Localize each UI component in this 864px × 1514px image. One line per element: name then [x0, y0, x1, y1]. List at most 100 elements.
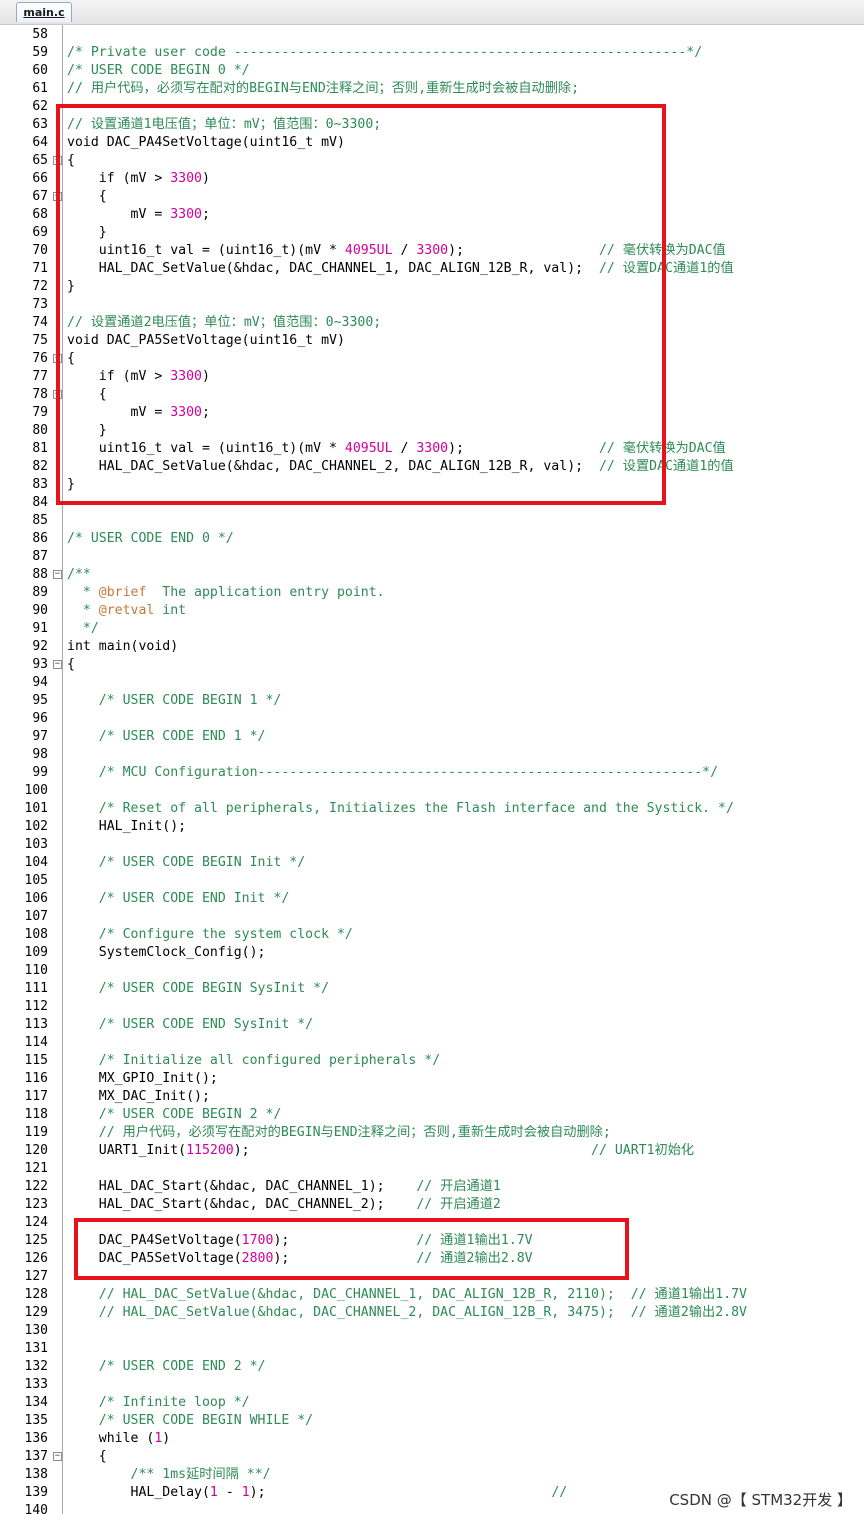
- code-text: /* USER CODE END 1 */: [67, 728, 266, 746]
- code-token: MX_GPIO_Init();: [67, 1071, 218, 1086]
- line-number: 65: [32, 153, 48, 168]
- line-number: 108: [24, 927, 48, 942]
- code-text: HAL_DAC_Start(&hdac, DAC_CHANNEL_1); // …: [67, 1178, 501, 1196]
- code-token: MX_DAC_Init();: [67, 1089, 210, 1104]
- code-line: 131: [0, 1340, 864, 1358]
- line-number: 111: [24, 981, 48, 996]
- line-number: 82: [32, 459, 48, 474]
- line-number: 116: [24, 1071, 48, 1086]
- code-comment: /* USER CODE END 1 */: [67, 729, 266, 744]
- code-line: 85: [0, 512, 864, 530]
- code-token: SystemClock_Config();: [67, 945, 266, 960]
- fold-toggle-icon[interactable]: [53, 1452, 62, 1461]
- code-editor[interactable]: 58 59 /* Private user code ---------------…: [0, 25, 864, 1514]
- line-number: 62: [32, 99, 48, 114]
- code-line: 118 /* USER CODE BEGIN 2 */: [0, 1106, 864, 1124]
- code-comment: /* MCU Configuration--------------------…: [67, 765, 719, 780]
- line-number: 64: [32, 135, 48, 150]
- line-number: 70: [32, 243, 48, 258]
- code-token: HAL_Init();: [67, 819, 187, 834]
- line-number: 130: [24, 1323, 48, 1338]
- code-line: 102 HAL_Init();: [0, 818, 864, 836]
- line-number: 100: [24, 783, 48, 798]
- highlight-box-dac-functions: [56, 104, 666, 505]
- code-line: 119 // 用户代码，必须写在配对的BEGIN与END注释之间；否则,重新生成…: [0, 1124, 864, 1142]
- code-line: 106 /* USER CODE END Init */: [0, 890, 864, 908]
- code-comment: /* Initialize all configured peripherals…: [67, 1053, 441, 1068]
- code-line: 58: [0, 26, 864, 44]
- line-number: 133: [24, 1377, 48, 1392]
- code-text: /* USER CODE BEGIN Init */: [67, 854, 305, 872]
- code-line: 114: [0, 1034, 864, 1052]
- csdn-watermark: CSDN @【 STM32开发 】: [665, 1489, 856, 1510]
- code-line: 129 // HAL_DAC_SetValue(&hdac, DAC_CHANN…: [0, 1304, 864, 1322]
- code-text: /* Configure the system clock */: [67, 926, 353, 944]
- code-line: 91 */: [0, 620, 864, 638]
- line-number: 86: [32, 531, 48, 546]
- code-comment: int: [154, 603, 187, 618]
- code-comment: /** 1ms延时间隔 **/: [67, 1467, 271, 1482]
- code-comment: /* USER CODE BEGIN 0 */: [67, 63, 250, 78]
- code-line: 88 /**: [0, 566, 864, 584]
- code-text: {: [67, 1448, 107, 1466]
- line-number: 113: [24, 1017, 48, 1032]
- line-number: 72: [32, 279, 48, 294]
- code-text: /* USER CODE END 0 */: [67, 530, 234, 548]
- code-line: 105: [0, 872, 864, 890]
- line-number: 95: [32, 693, 48, 708]
- line-number: 83: [32, 477, 48, 492]
- code-line: 100: [0, 782, 864, 800]
- code-line: 132 /* USER CODE END 2 */: [0, 1358, 864, 1376]
- line-number: 112: [24, 999, 48, 1014]
- code-line: 137 {: [0, 1448, 864, 1466]
- line-number: 85: [32, 513, 48, 528]
- line-number: 135: [24, 1413, 48, 1428]
- code-comment: // HAL_DAC_SetValue(&hdac, DAC_CHANNEL_1…: [67, 1287, 747, 1302]
- code-text: int main(void): [67, 638, 178, 656]
- line-number: 124: [24, 1215, 48, 1230]
- code-line: 87: [0, 548, 864, 566]
- code-text: // 用户代码，必须写在配对的BEGIN与END注释之间；否则,重新生成时会被自…: [67, 80, 579, 98]
- code-text: /* Infinite loop */: [67, 1394, 250, 1412]
- code-text: /**: [67, 566, 91, 584]
- line-number: 79: [32, 405, 48, 420]
- line-number: 58: [32, 27, 48, 42]
- line-number: 131: [24, 1341, 48, 1356]
- code-comment: /* USER CODE END SysInit */: [67, 1017, 314, 1032]
- line-number: 102: [24, 819, 48, 834]
- line-number: 89: [32, 585, 48, 600]
- code-text: UART1_Init(115200); // UART1初始化: [67, 1142, 694, 1160]
- line-number: 96: [32, 711, 48, 726]
- code-line: 97 /* USER CODE END 1 */: [0, 728, 864, 746]
- code-text: MX_DAC_Init();: [67, 1088, 210, 1106]
- code-text: {: [67, 656, 75, 674]
- fold-toggle-icon[interactable]: [53, 570, 62, 579]
- code-token: int main(void): [67, 639, 179, 654]
- code-token: );: [233, 1143, 592, 1158]
- code-line: 113 /* USER CODE END SysInit */: [0, 1016, 864, 1034]
- code-comment: /* Private user code -------------------…: [67, 45, 703, 60]
- code-text: /* USER CODE END SysInit */: [67, 1016, 313, 1034]
- code-comment: // 用户代码，必须写在配对的BEGIN与END注释之间；否则,重新生成时会被自…: [67, 1125, 611, 1140]
- highlight-box-voltage-calls: [74, 1218, 629, 1280]
- code-line: 123 HAL_DAC_Start(&hdac, DAC_CHANNEL_2);…: [0, 1196, 864, 1214]
- code-line: 89 * @brief The application entry point.: [0, 584, 864, 602]
- line-number: 80: [32, 423, 48, 438]
- line-number: 98: [32, 747, 48, 762]
- code-number-literal: 115200: [186, 1143, 234, 1158]
- code-text: /* MCU Configuration--------------------…: [67, 764, 718, 782]
- doc-tag: @retval: [98, 603, 155, 618]
- tab-main-c[interactable]: main.c: [16, 2, 72, 22]
- line-number: 125: [24, 1233, 48, 1248]
- line-number: 118: [24, 1107, 48, 1122]
- code-comment: /**: [67, 567, 91, 582]
- line-number: 129: [24, 1305, 48, 1320]
- line-number: 139: [24, 1485, 48, 1500]
- code-line: 108 /* Configure the system clock */: [0, 926, 864, 944]
- code-comment: /* USER CODE BEGIN SysInit */: [67, 981, 330, 996]
- code-token: );: [249, 1485, 552, 1500]
- fold-toggle-icon[interactable]: [53, 660, 62, 669]
- code-comment: /* Reset of all peripherals, Initializes…: [67, 801, 734, 816]
- line-number: 122: [24, 1179, 48, 1194]
- code-comment: // 开启通道1: [416, 1179, 501, 1194]
